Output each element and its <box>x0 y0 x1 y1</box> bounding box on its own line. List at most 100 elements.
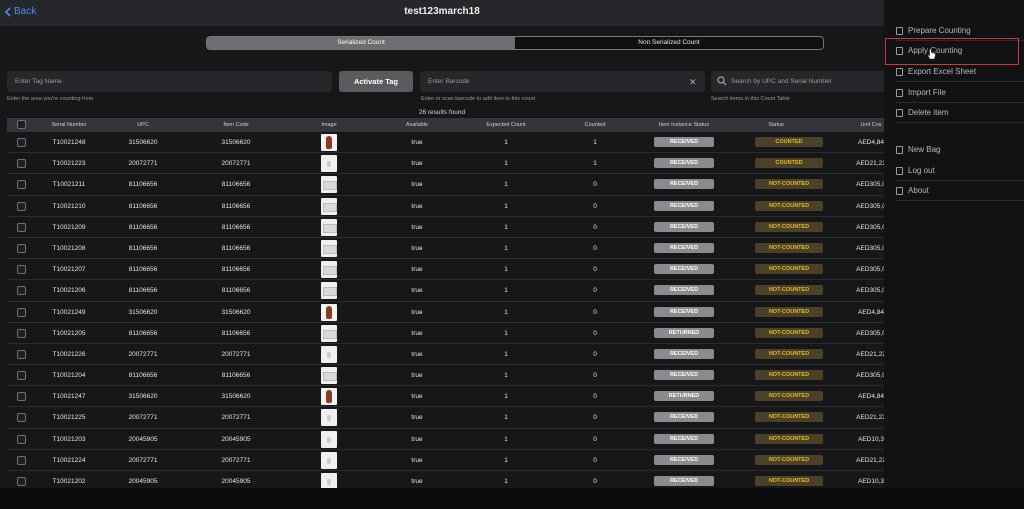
product-image[interactable] <box>321 345 337 363</box>
product-image[interactable] <box>321 134 337 151</box>
available-cell: true <box>411 244 423 252</box>
product-image[interactable] <box>321 409 337 427</box>
menu-item-log-out[interactable]: Log out <box>896 166 935 175</box>
menu-item-new-bag[interactable]: New Bag <box>896 145 940 154</box>
table-row[interactable]: T10021202 20045905 20045905 true 1 0 AED10,3 RE… <box>7 471 884 488</box>
product-image[interactable] <box>321 367 337 385</box>
status-badge: NOT-COUNTED <box>755 476 823 486</box>
product-image[interactable] <box>321 324 337 342</box>
table-row[interactable]: T10021207 81106656 81106656 true 1 0 AED305,0 R… <box>7 259 884 281</box>
product-image[interactable] <box>321 430 337 448</box>
row-checkbox[interactable] <box>17 392 26 402</box>
export-icon <box>896 67 903 76</box>
menu-item-about[interactable]: About <box>896 186 929 195</box>
counted-cell: 0 <box>593 244 597 252</box>
unit-cost-cell: AED10,3 <box>857 478 884 485</box>
table-row[interactable]: T10021204 81106656 81106656 true 1 0 AED305,0 R… <box>7 365 884 387</box>
row-checkbox[interactable] <box>17 222 26 232</box>
table-row[interactable]: T10021208 81106656 81106656 true 1 0 AED305,0 R… <box>7 238 884 260</box>
menu-item-label: Export Excel Sheet <box>908 67 977 76</box>
tag-name-input[interactable]: Enter Tag Name <box>7 71 332 92</box>
upc-cell: 81106656 <box>128 287 158 295</box>
menu-item-delete-item[interactable]: Delete item <box>896 108 948 117</box>
header-image: Image <box>321 122 337 128</box>
count-table: Serial Number UPC Item Code Image Availa… <box>7 118 884 488</box>
clear-icon[interactable]: ✕ <box>689 77 697 88</box>
available-cell: true <box>411 287 423 295</box>
product-image[interactable] <box>321 218 337 236</box>
expected-count-cell: 1 <box>504 478 508 485</box>
table-row[interactable]: T10021225 20072771 20072771 true 1 0 AED21,22 R… <box>7 407 884 429</box>
row-checkbox[interactable] <box>17 434 26 444</box>
product-image[interactable] <box>321 473 337 488</box>
product-image[interactable] <box>321 451 337 469</box>
status-badge: NOT-COUNTED <box>755 264 823 275</box>
product-image[interactable] <box>321 155 337 173</box>
product-image[interactable] <box>321 261 337 279</box>
barcode-input[interactable]: Enter Barcode <box>420 71 705 92</box>
table-row[interactable]: T10021205 81106656 81106656 true 1 0 AED305,0 R… <box>7 323 884 344</box>
table-row[interactable]: T10021203 20045905 20045905 true 1 0 AED10,3 RE… <box>7 429 884 450</box>
table-row[interactable]: T10021209 81106656 81106656 true 1 0 AED305,0 R… <box>7 217 884 238</box>
activate-tag-button[interactable]: Activate Tag <box>339 71 413 92</box>
row-checkbox[interactable] <box>17 328 26 338</box>
table-row[interactable]: T10021210 81106656 81106656 true 1 0 AED305,0 R… <box>7 196 884 217</box>
row-checkbox[interactable] <box>17 180 26 190</box>
expected-count-cell: 1 <box>504 456 508 464</box>
row-checkbox[interactable] <box>17 349 26 359</box>
table-row[interactable]: T10021249 31506620 31506620 true 1 0 AED4,84 RE… <box>7 302 884 323</box>
product-image[interactable] <box>321 239 337 257</box>
product-image[interactable] <box>321 197 337 215</box>
available-cell: true <box>411 266 423 274</box>
row-checkbox[interactable] <box>17 286 26 296</box>
tab-serialized-count[interactable]: Serialized Count <box>207 37 515 49</box>
item-code-cell: 31506620 <box>221 308 251 316</box>
expected-count-cell: 1 <box>504 372 508 380</box>
tag-hint: Enter the area you're counting from. <box>7 96 95 102</box>
row-checkbox[interactable] <box>17 159 26 169</box>
product-image[interactable] <box>321 282 337 300</box>
expected-count-cell: 1 <box>504 287 508 295</box>
serial-number-cell: T10021207 <box>52 266 86 274</box>
product-image[interactable] <box>321 176 337 194</box>
table-row[interactable]: T10021247 31506620 31506620 true 1 0 AED4,84 RE… <box>7 386 884 408</box>
product-image[interactable] <box>321 388 337 406</box>
table-row[interactable]: T10021223 20072771 20072771 true 1 1 AED21,22 R… <box>7 153 884 175</box>
row-checkbox[interactable] <box>17 243 26 253</box>
status-badge: NOT-COUNTED <box>755 348 823 359</box>
row-checkbox[interactable] <box>17 413 26 423</box>
table-row[interactable]: T10021224 20072771 20072771 true 1 0 AED21,22 R… <box>7 450 884 471</box>
row-checkbox[interactable] <box>17 201 26 211</box>
row-checkbox[interactable] <box>17 307 26 317</box>
table-row[interactable]: T10021248 31506620 31506620 true 1 1 AED4,84 RE… <box>7 132 884 154</box>
count-type-toggle[interactable]: Serialized Count Non Serialized Count <box>206 36 824 50</box>
expected-count-cell: 1 <box>504 414 508 422</box>
row-checkbox[interactable] <box>17 138 26 147</box>
row-checkbox[interactable] <box>17 455 26 465</box>
table-row[interactable]: T10021226 20072771 20072771 true 1 0 AED21,22 R… <box>7 344 884 366</box>
menu-item-label: Log out <box>908 166 935 175</box>
tab-non-serialized-count[interactable]: Non Serialized Count <box>515 37 823 49</box>
row-checkbox[interactable] <box>17 371 26 381</box>
menu-item-import-file[interactable]: Import File <box>896 88 946 97</box>
menu-item-label: Delete item <box>908 108 949 117</box>
product-image[interactable] <box>321 303 337 321</box>
table-row[interactable]: T10021206 81106656 81106656 true 1 0 AED305,0 R… <box>7 280 884 302</box>
search-input[interactable]: Search by UPC and Serial Number <box>711 71 884 92</box>
select-all-checkbox[interactable] <box>17 120 26 129</box>
serial-number-cell: T10021211 <box>52 181 86 189</box>
status-badge: NOT-COUNTED <box>755 391 823 402</box>
header-counted: Counted <box>584 122 606 128</box>
expected-count-cell: 1 <box>504 139 508 146</box>
serial-number-cell: T10021204 <box>52 372 86 380</box>
row-checkbox[interactable] <box>17 477 26 486</box>
row-checkbox[interactable] <box>17 265 26 275</box>
item-instance-status-badge: RETURNED <box>654 391 714 402</box>
serial-number-cell: T10021248 <box>52 139 86 146</box>
item-code-cell: 31506620 <box>221 393 251 401</box>
item-instance-status-badge: RECEIVED <box>654 412 714 423</box>
table-row[interactable]: T10021211 81106656 81106656 true 1 0 AED305,0 R… <box>7 174 884 196</box>
upc-cell: 31506620 <box>128 139 158 146</box>
menu-item-prepare-counting[interactable]: Prepare Counting <box>896 26 971 35</box>
menu-item-export-excel-sheet[interactable]: Export Excel Sheet <box>896 67 976 76</box>
